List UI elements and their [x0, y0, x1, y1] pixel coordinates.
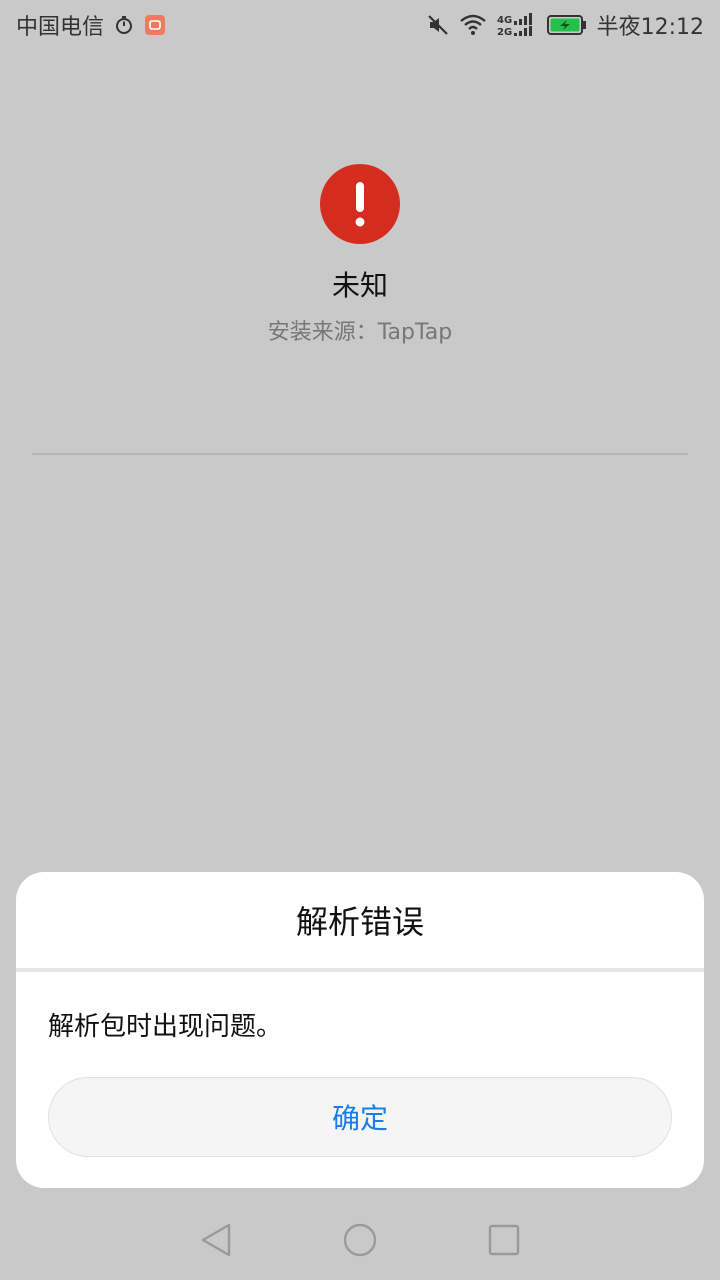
- app-info: 未知 安装来源：TapTap: [0, 164, 720, 346]
- status-bar: 中国电信 4G 2G 半夜12:12: [0, 0, 720, 50]
- notification-app-icon: [144, 14, 166, 36]
- signal-icon: 4G 2G: [497, 13, 537, 37]
- svg-text:2G: 2G: [497, 27, 512, 37]
- dialog-message: 解析包时出现问题。: [48, 1012, 283, 1042]
- install-source: 安装来源：TapTap: [267, 320, 453, 345]
- confirm-button[interactable]: 确定: [48, 1077, 672, 1157]
- app-name: 未知: [331, 269, 388, 302]
- dialog-title: 解析错误: [295, 903, 424, 941]
- home-icon[interactable]: [340, 1220, 380, 1260]
- navigation-bar: [0, 1200, 720, 1280]
- status-left: 中国电信: [16, 9, 166, 41]
- alert-icon: [320, 164, 400, 244]
- carrier-name: 中国电信: [16, 15, 105, 40]
- divider: [32, 453, 688, 455]
- battery-charging-icon: [546, 14, 587, 36]
- clock: 半夜12:12: [596, 15, 704, 40]
- wifi-icon: [459, 14, 487, 36]
- error-dialog: 解析错误 解析包时出现问题。 确定: [16, 872, 704, 1188]
- svg-text:4G: 4G: [497, 15, 512, 26]
- recents-icon[interactable]: [484, 1220, 524, 1260]
- mute-icon: [427, 14, 449, 36]
- stopwatch-icon: [114, 15, 134, 35]
- status-right: 4G 2G 半夜12:12: [427, 9, 704, 41]
- back-icon[interactable]: [196, 1220, 236, 1260]
